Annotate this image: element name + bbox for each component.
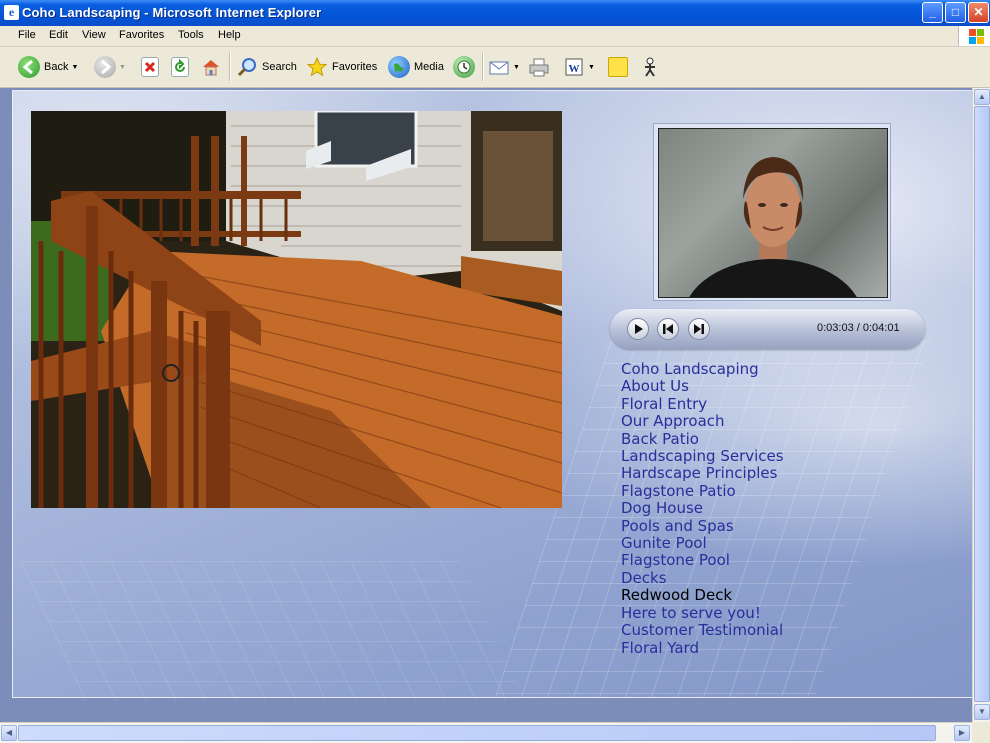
nav-link-here-to-serve-you[interactable]: Here to serve you! <box>621 604 784 622</box>
nav-link-flagstone-pool[interactable]: Flagstone Pool <box>621 552 784 570</box>
print-button[interactable] <box>528 53 550 81</box>
nav-link-floral-yard[interactable]: Floral Yard <box>621 639 784 657</box>
search-icon <box>236 56 258 78</box>
home-icon <box>200 56 222 78</box>
nav-link-hardscape-principles[interactable]: Hardscape Principles <box>621 465 784 483</box>
back-dropdown-icon[interactable]: ▼ <box>71 64 78 71</box>
mail-icon <box>488 56 510 78</box>
nav-link-floral-entry[interactable]: Floral Entry <box>621 395 784 413</box>
scroll-right-button[interactable]: ▶ <box>954 725 970 741</box>
scrollbar-corner <box>972 722 990 742</box>
nav-link-flagstone-patio[interactable]: Flagstone Patio <box>621 482 784 500</box>
forward-arrow-icon <box>94 56 116 78</box>
menu-view[interactable]: View <box>82 29 106 41</box>
forward-dropdown-icon[interactable]: ▼ <box>119 64 126 71</box>
refresh-icon <box>171 57 189 77</box>
word-icon: W <box>563 56 585 78</box>
print-icon <box>528 56 550 78</box>
nav-link-pools-and-spas[interactable]: Pools and Spas <box>621 517 784 535</box>
toolbar: Back ▼ ▼ Search Favorites Media ▼ W ▼ <box>0 47 990 88</box>
media-globe-icon <box>388 56 410 78</box>
playback-time: 0:03:03 / 0:04:01 <box>817 322 900 334</box>
forward-button[interactable]: ▼ <box>94 53 126 81</box>
window-title: Coho Landscaping - Microsoft Internet Ex… <box>22 5 322 20</box>
close-button[interactable]: ✕ <box>968 2 989 23</box>
scroll-up-button[interactable]: ▲ <box>974 89 990 105</box>
history-icon <box>453 56 475 78</box>
messenger-button[interactable] <box>639 53 661 81</box>
nav-link-redwood-deck[interactable]: Redwood Deck <box>621 586 784 604</box>
nav-link-our-approach[interactable]: Our Approach <box>621 412 784 430</box>
previous-button[interactable] <box>657 318 679 340</box>
scroll-down-button[interactable]: ▼ <box>974 704 990 720</box>
video-player-screen[interactable] <box>658 128 888 298</box>
svg-text:W: W <box>569 63 580 75</box>
play-button[interactable] <box>627 318 649 340</box>
vertical-scrollbar[interactable]: ▲ ▼ <box>972 88 990 722</box>
menu-edit[interactable]: Edit <box>49 29 68 41</box>
refresh-button[interactable] <box>171 53 189 81</box>
menu-tools[interactable]: Tools <box>178 29 204 41</box>
search-button[interactable]: Search <box>236 53 297 81</box>
mail-dropdown-icon[interactable]: ▼ <box>513 64 520 71</box>
favorites-button[interactable]: Favorites <box>306 53 377 81</box>
background-grid-lower <box>20 561 526 701</box>
horizontal-scroll-thumb[interactable] <box>18 725 936 741</box>
nav-link-coho-landscaping[interactable]: Coho Landscaping <box>621 360 784 378</box>
edit-dropdown-icon[interactable]: ▼ <box>588 64 595 71</box>
maximize-button[interactable]: □ <box>945 2 966 23</box>
menu-bar: File Edit View Favorites Tools Help <box>0 26 990 47</box>
video-frame <box>653 123 891 301</box>
nav-link-decks[interactable]: Decks <box>621 569 784 587</box>
messenger-person-icon <box>639 56 661 78</box>
nav-link-customer-testimonial[interactable]: Customer Testimonial <box>621 621 784 639</box>
ie-icon[interactable]: e <box>4 5 19 20</box>
menu-help[interactable]: Help <box>218 29 241 41</box>
back-label: Back <box>44 61 69 73</box>
minimize-button[interactable]: _ <box>922 2 943 23</box>
redwood-deck-photo <box>31 111 562 508</box>
search-label: Search <box>262 61 297 73</box>
media-controls: 0:03:03 / 0:04:01 <box>610 309 925 349</box>
stop-icon <box>141 57 159 77</box>
history-button[interactable] <box>453 53 475 81</box>
site-navigation: Coho Landscaping About Us Floral Entry O… <box>621 360 784 657</box>
horizontal-scrollbar[interactable]: ◀ ▶ <box>0 722 972 743</box>
title-bar: e Coho Landscaping - Microsoft Internet … <box>0 0 990 26</box>
menu-favorites[interactable]: Favorites <box>119 29 164 41</box>
web-page: 0:03:03 / 0:04:01 Coho Landscaping About… <box>12 90 972 701</box>
mail-button[interactable]: ▼ <box>488 53 520 81</box>
back-arrow-icon <box>18 56 40 78</box>
note-icon <box>608 57 628 77</box>
nav-link-landscaping-services[interactable]: Landscaping Services <box>621 447 784 465</box>
next-button[interactable] <box>688 318 710 340</box>
menu-file[interactable]: File <box>18 29 36 41</box>
media-label: Media <box>414 61 444 73</box>
media-button[interactable]: Media <box>388 53 444 81</box>
windows-logo-icon <box>958 26 990 46</box>
nav-link-dog-house[interactable]: Dog House <box>621 499 784 517</box>
nav-link-about-us[interactable]: About Us <box>621 377 784 395</box>
scroll-left-button[interactable]: ◀ <box>1 725 17 741</box>
favorites-label: Favorites <box>332 61 378 73</box>
stop-button[interactable] <box>141 53 159 81</box>
nav-link-gunite-pool[interactable]: Gunite Pool <box>621 534 784 552</box>
browser-content: 0:03:03 / 0:04:01 Coho Landscaping About… <box>0 88 972 722</box>
home-button[interactable] <box>200 53 222 81</box>
back-button[interactable]: Back ▼ <box>18 53 78 81</box>
edit-word-button[interactable]: W ▼ <box>563 53 595 81</box>
discuss-button[interactable] <box>608 53 628 81</box>
nav-link-back-patio[interactable]: Back Patio <box>621 430 784 448</box>
vertical-scroll-thumb[interactable] <box>974 106 990 702</box>
favorites-star-icon <box>306 56 328 78</box>
